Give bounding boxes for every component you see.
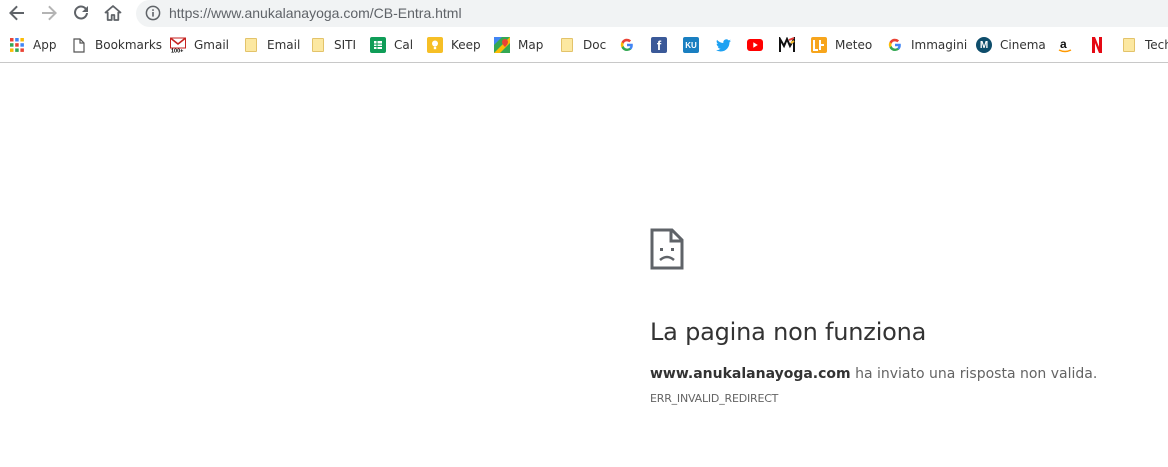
bookmark-label: Map <box>518 38 544 52</box>
bookmark-map[interactable]: Map <box>494 36 543 54</box>
home-button[interactable] <box>103 3 123 23</box>
ku-icon: KU <box>683 37 699 53</box>
folder-icon <box>559 37 575 53</box>
netflix-icon <box>1089 37 1105 53</box>
bookmark-bookmarks[interactable]: Bookmarks <box>71 36 162 54</box>
maps-icon <box>494 37 510 53</box>
bookmark-youtube[interactable] <box>747 36 763 54</box>
bookmark-facebook[interactable]: f <box>651 36 667 54</box>
info-icon[interactable] <box>145 5 161 26</box>
error-description: www.anukalanayoga.com ha inviato una ris… <box>650 366 1097 382</box>
arrow-right-icon <box>42 5 57 21</box>
gmail-icon: 100+ <box>170 37 186 53</box>
bookmark-keep[interactable]: Keep <box>427 36 481 54</box>
home-icon <box>104 5 122 21</box>
bookmark-gmail[interactable]: 100+ Gmail <box>170 36 229 54</box>
bookmark-cinema[interactable]: M Cinema <box>976 36 1046 54</box>
bookmark-email[interactable]: Email <box>243 36 300 54</box>
bookmark-ku[interactable]: KU <box>683 36 699 54</box>
bookmark-label: Keep <box>451 38 481 52</box>
google-icon <box>619 37 635 53</box>
folder-icon <box>243 37 259 53</box>
sheets-icon <box>370 37 386 53</box>
bookmark-cal[interactable]: Cal <box>370 36 413 54</box>
bookmark-amazon[interactable]: a <box>1057 36 1073 54</box>
facebook-icon: f <box>651 37 667 53</box>
bookmark-netflix[interactable] <box>1089 36 1105 54</box>
svg-text:100+: 100+ <box>171 49 183 54</box>
bookmark-siti[interactable]: SITI <box>310 36 356 54</box>
bookmark-label: Cal <box>394 38 414 52</box>
sad-page-icon <box>650 228 684 275</box>
bookmark-label: Email <box>267 38 301 52</box>
folder-icon <box>310 37 326 53</box>
apps-grid-icon <box>9 37 25 53</box>
error-code[interactable]: ERR_INVALID_REDIRECT <box>650 392 778 405</box>
bookmark-label: Bookmarks <box>95 38 163 52</box>
m-logo-icon <box>779 37 795 53</box>
bookmark-m[interactable] <box>779 36 795 54</box>
bookmark-meteo[interactable]: Meteo <box>811 36 872 54</box>
reload-button[interactable] <box>71 3 91 23</box>
amazon-icon: a <box>1057 37 1073 53</box>
bookmark-immagini[interactable]: Immagini <box>887 36 967 54</box>
bookmark-label: Cinema <box>1000 38 1046 52</box>
bookmark-label: Tech <box>1145 38 1168 52</box>
browser-toolbar: https://www.anukalanayoga.com/CB-Entra.h… <box>0 0 1168 28</box>
meteo-icon <box>811 37 827 53</box>
bookmark-google[interactable] <box>619 36 635 54</box>
back-button[interactable] <box>7 3 27 23</box>
bookmark-label: SITI <box>334 38 357 52</box>
reload-icon <box>74 5 88 20</box>
page-icon <box>71 37 87 53</box>
error-domain: www.anukalanayoga.com <box>650 366 851 382</box>
address-bar[interactable]: https://www.anukalanayoga.com/CB-Entra.h… <box>136 0 1168 27</box>
error-title: La pagina non funziona <box>650 318 927 346</box>
arrow-left-icon <box>9 5 24 21</box>
twitter-icon <box>715 37 731 53</box>
error-message: ha inviato una risposta non valida. <box>850 366 1098 382</box>
bookmark-label: Immagini <box>911 38 968 52</box>
google-icon <box>887 37 903 53</box>
cinema-icon: M <box>976 37 992 53</box>
bookmarks-bar: App Bookmarks 100+ Gmail Email SITI Cal … <box>0 30 1168 63</box>
bookmark-twitter[interactable] <box>715 36 731 54</box>
folder-icon <box>1121 37 1137 53</box>
keep-icon <box>427 37 443 53</box>
bookmark-label: Meteo <box>835 38 873 52</box>
bookmark-app[interactable]: App <box>9 36 56 54</box>
bookmark-label: App <box>33 38 57 52</box>
bookmark-label: Doc <box>583 38 607 52</box>
bookmark-tech[interactable]: Tech <box>1121 36 1168 54</box>
svg-text:a: a <box>1060 37 1067 51</box>
bookmark-label: Gmail <box>194 38 230 52</box>
forward-button[interactable] <box>39 3 59 23</box>
bookmark-doc[interactable]: Doc <box>559 36 606 54</box>
url-text[interactable]: https://www.anukalanayoga.com/CB-Entra.h… <box>169 5 462 21</box>
youtube-icon <box>747 37 763 53</box>
